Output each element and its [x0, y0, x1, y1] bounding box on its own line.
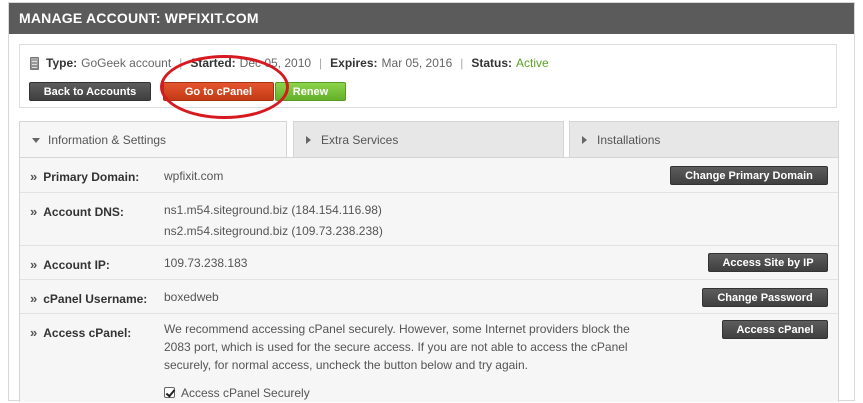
account-ip-row: » Account IP: 109.73.238.183 Access Site … — [20, 246, 838, 280]
account-ip-label: Account IP: — [43, 258, 110, 272]
account-dns-values: ns1.m54.siteground.biz (184.154.116.98) … — [164, 201, 383, 240]
tab-installations[interactable]: Installations — [569, 121, 839, 157]
expires-label: Expires: — [330, 56, 378, 70]
go-to-cpanel-button[interactable]: Go to cPanel — [163, 82, 274, 101]
access-site-by-ip-button[interactable]: Access Site by IP — [708, 253, 828, 272]
access-cpanel-description: We recommend accessing cPanel securely. … — [164, 320, 684, 402]
primary-domain-value: wpfixit.com — [164, 169, 224, 183]
cpanel-username-row: » cPanel Username: boxedweb Change Passwo… — [20, 280, 838, 314]
separator: | — [319, 56, 323, 70]
cpanel-username-label: cPanel Username: — [43, 292, 148, 306]
chevron-icon: » — [30, 291, 38, 306]
description-line: We recommend accessing cPanel securely. … — [164, 322, 630, 336]
primary-domain-row: » Primary Domain: wpfixit.com Change Prim… — [20, 158, 838, 193]
dns-ns2: ns2.m54.siteground.biz (109.73.238.238) — [164, 224, 383, 238]
cpanel-username-value: boxedweb — [164, 290, 219, 304]
page-title: MANAGE ACCOUNT: WPFIXIT.COM — [9, 3, 854, 34]
access-cpanel-label: Access cPanel: — [43, 326, 132, 340]
tab-bar: Information & Settings Extra Services In… — [19, 121, 839, 158]
separator: | — [179, 56, 183, 70]
secure-access-checkbox[interactable] — [164, 387, 175, 398]
started-label: Started: — [190, 56, 236, 70]
back-to-accounts-button[interactable]: Back to Accounts — [29, 82, 151, 101]
status-label: Status: — [471, 56, 513, 70]
account-dns-label: Account DNS: — [43, 205, 124, 219]
primary-domain-label: Primary Domain: — [43, 170, 140, 184]
tab-label: Information & Settings — [48, 133, 167, 147]
chevron-icon: » — [30, 169, 38, 184]
status-badge: Active — [516, 56, 549, 70]
server-icon — [30, 56, 39, 70]
separator: | — [460, 56, 464, 70]
tab-information-settings[interactable]: Information & Settings — [19, 121, 287, 158]
expires-value: Mar 05, 2016 — [381, 56, 453, 70]
type-label: Type: — [46, 56, 78, 70]
access-cpanel-button[interactable]: Access cPanel — [722, 320, 828, 339]
chevron-icon: » — [30, 325, 38, 340]
information-settings-content: » Primary Domain: wpfixit.com Change Prim… — [19, 157, 839, 402]
secure-access-label: Access cPanel Securely — [181, 386, 310, 400]
account-meta-line: Type: GoGeek account | Started: Dec 05, … — [30, 55, 549, 71]
tab-label: Installations — [597, 132, 661, 147]
account-summary-box: Type: GoGeek account | Started: Dec 05, … — [19, 44, 837, 108]
change-primary-domain-button[interactable]: Change Primary Domain — [670, 166, 828, 185]
tab-extra-services[interactable]: Extra Services — [293, 121, 564, 157]
tab-label: Extra Services — [321, 132, 399, 147]
started-value: Dec 05, 2010 — [239, 56, 312, 70]
account-ip-value: 109.73.238.183 — [164, 256, 248, 270]
access-cpanel-row: » Access cPanel: We recommend accessing c… — [20, 314, 838, 403]
secure-access-option[interactable]: Access cPanel Securely — [164, 384, 684, 402]
arrow-right-icon — [306, 135, 311, 144]
change-password-button[interactable]: Change Password — [702, 288, 828, 307]
chevron-icon: » — [30, 257, 38, 272]
manage-account-panel: MANAGE ACCOUNT: WPFIXIT.COM Type: GoGeek… — [8, 2, 855, 402]
account-dns-row: » Account DNS: ns1.m54.siteground.biz (18… — [20, 193, 838, 246]
renew-button[interactable]: Renew — [275, 82, 346, 101]
dns-ns1: ns1.m54.siteground.biz (184.154.116.98) — [164, 203, 382, 217]
description-line: 2083 port, which is used for the secure … — [164, 340, 628, 354]
type-value: GoGeek account — [81, 56, 172, 70]
description-line: securely, for normal access, uncheck the… — [164, 358, 528, 372]
chevron-icon: » — [30, 204, 38, 219]
arrow-down-icon — [32, 137, 40, 143]
arrow-right-icon — [582, 135, 587, 144]
